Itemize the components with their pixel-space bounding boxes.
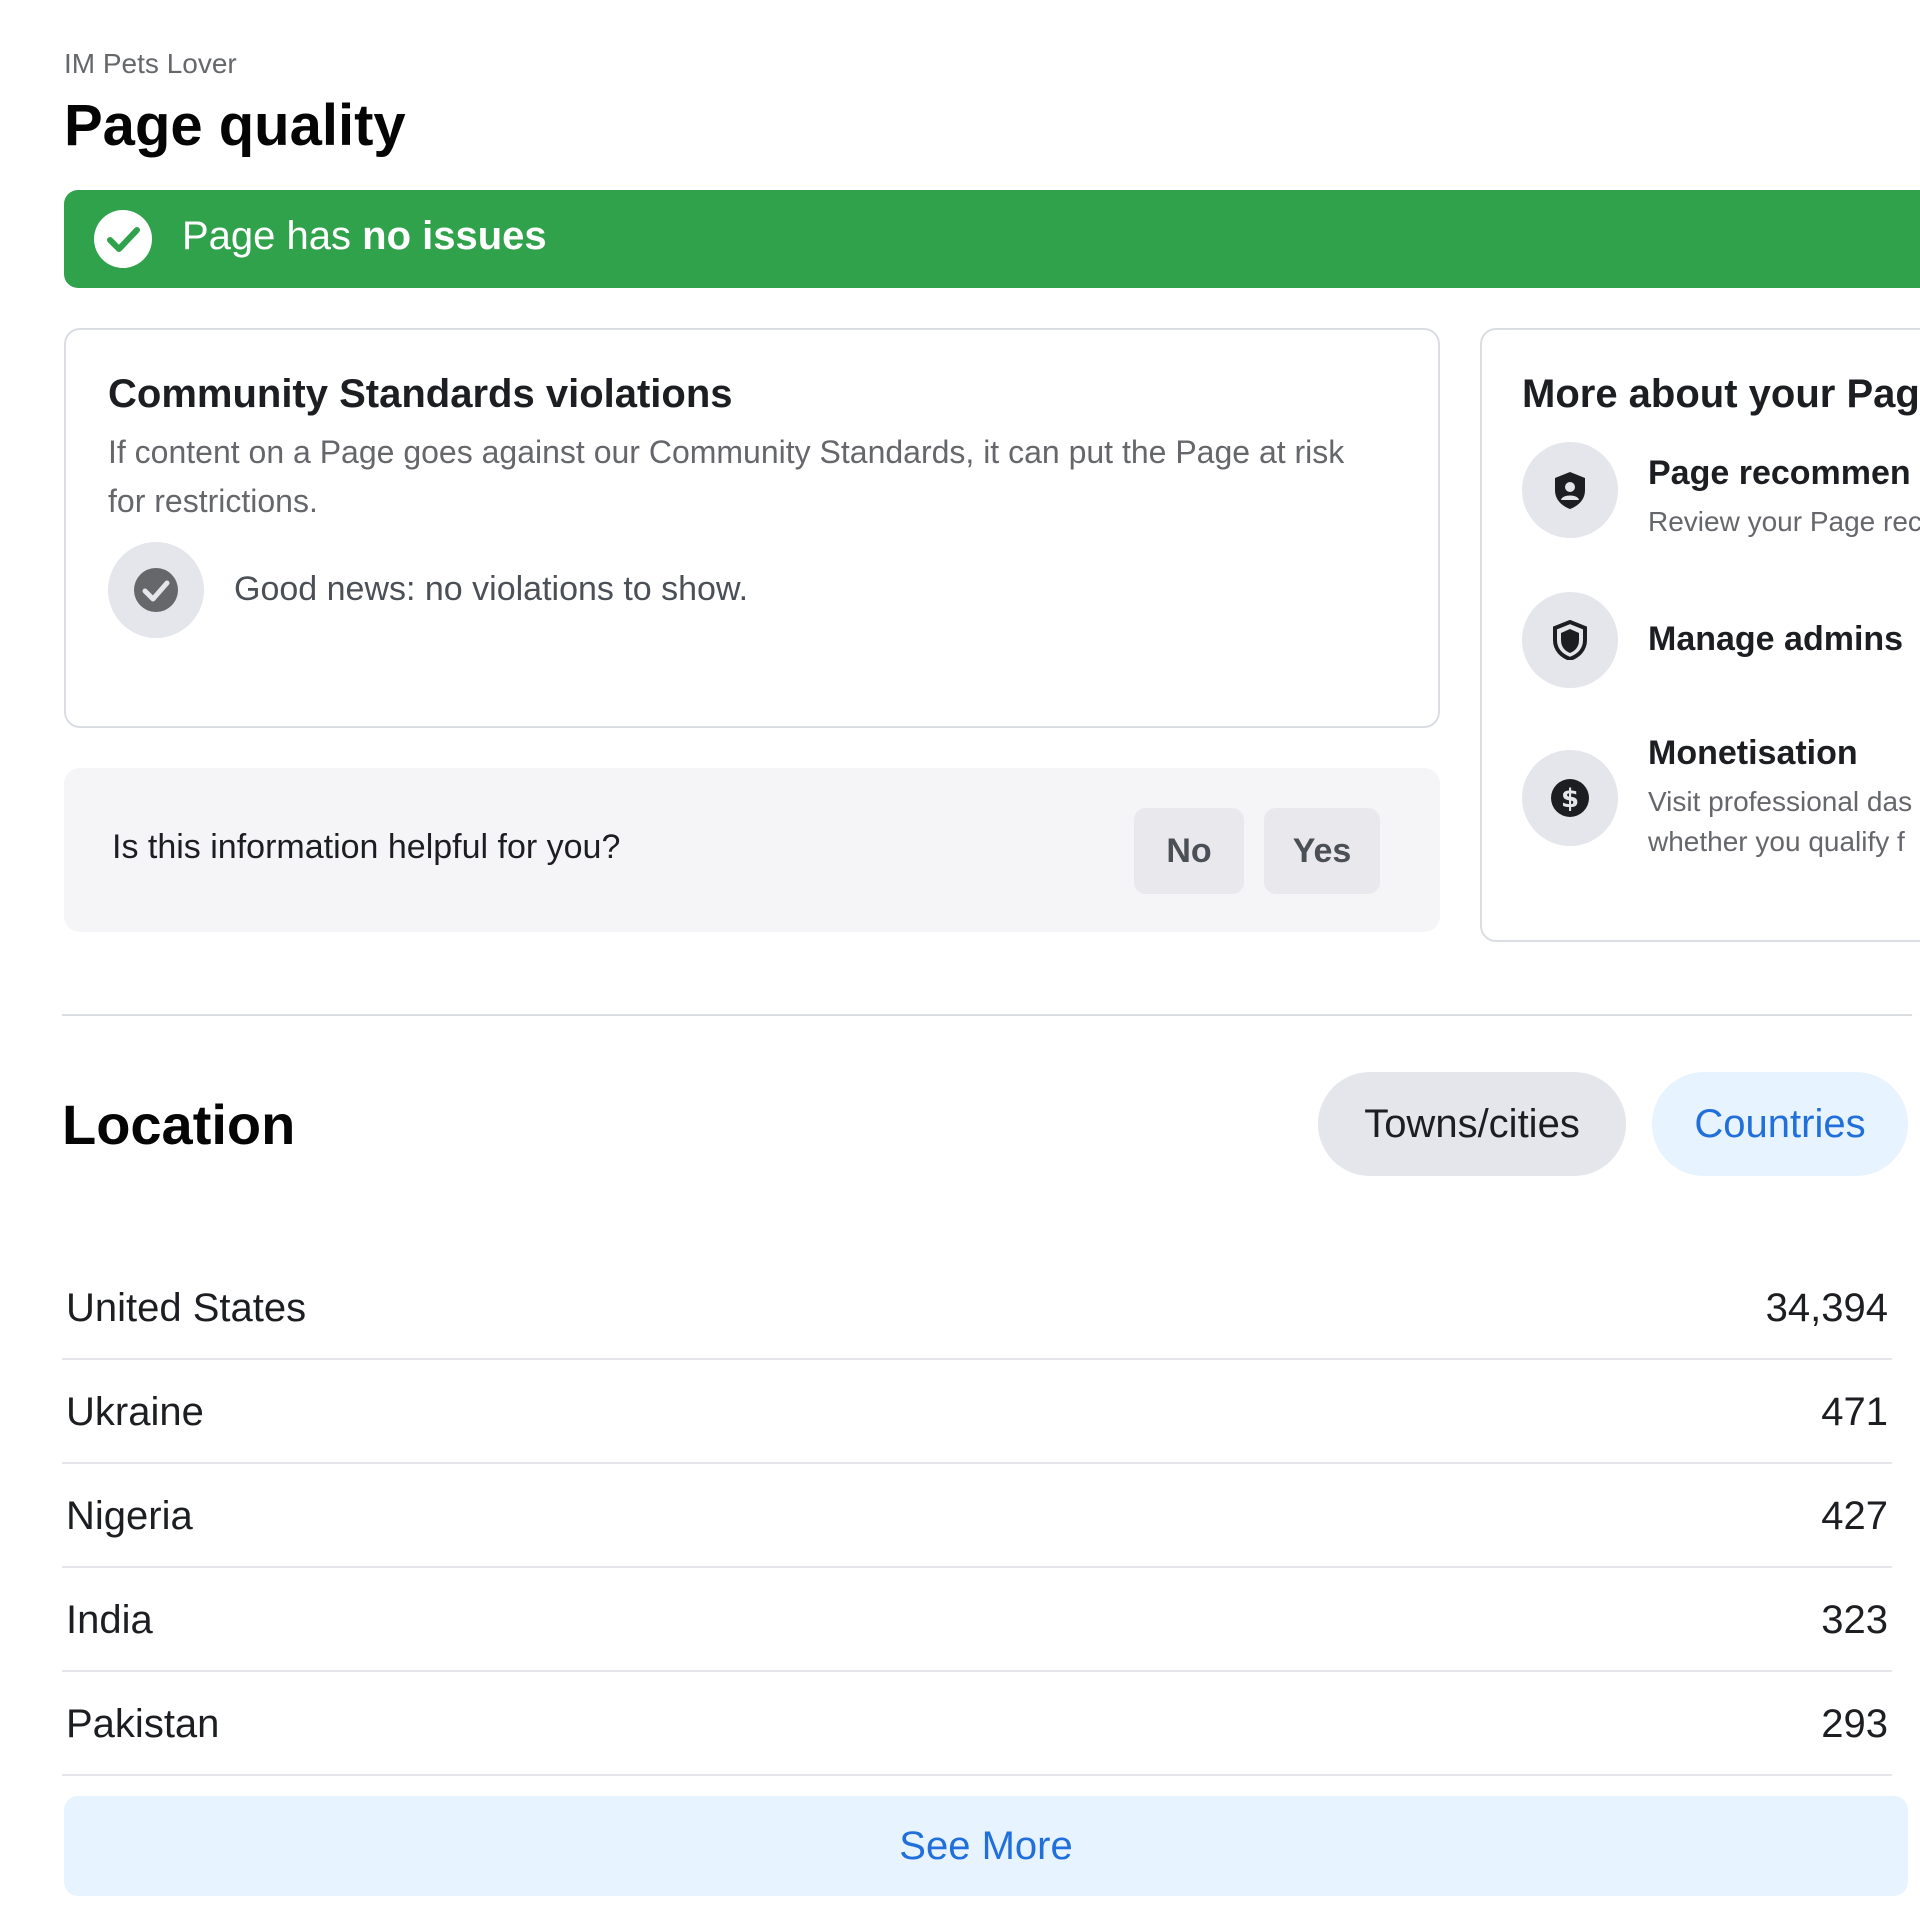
breadcrumb[interactable]: IM Pets Lover [64, 48, 237, 80]
feedback-yes-button[interactable]: Yes [1264, 808, 1380, 894]
community-standards-title: Community Standards violations [108, 372, 733, 416]
community-standards-card: Community Standards violations If conten… [64, 328, 1440, 728]
location-count: 323 [1821, 1598, 1888, 1642]
check-circle-icon [108, 542, 204, 638]
page-recommendations-link[interactable]: Page recommen [1648, 454, 1911, 493]
page-title: Page quality [64, 93, 406, 158]
table-row: Ukraine 471 [62, 1360, 1892, 1464]
more-about-title: More about your Pag [1522, 372, 1920, 416]
more-about-page-card: More about your Pag Page recommen Review… [1480, 328, 1920, 942]
shield-person-icon[interactable] [1522, 442, 1618, 538]
monetisation-link[interactable]: Monetisation [1648, 734, 1858, 773]
location-title: Location [62, 1093, 296, 1156]
table-row: Nigeria 427 [62, 1464, 1892, 1568]
location-name: Nigeria [66, 1494, 193, 1538]
tab-countries[interactable]: Countries [1652, 1072, 1908, 1176]
location-name: Pakistan [66, 1702, 220, 1746]
section-divider [62, 1014, 1912, 1016]
tab-towns-cities[interactable]: Towns/cities [1318, 1072, 1626, 1176]
location-count: 34,394 [1765, 1286, 1888, 1330]
feedback-question: Is this information helpful for you? [112, 828, 621, 866]
status-text-prefix: Page has [182, 214, 363, 258]
table-row: United States 34,394 [62, 1256, 1892, 1360]
location-name: Ukraine [66, 1390, 204, 1434]
location-count: 427 [1821, 1494, 1888, 1538]
status-text-bold: no issues [362, 214, 547, 258]
table-row: Pakistan 293 [62, 1672, 1892, 1776]
check-circle-icon [94, 210, 152, 268]
monetisation-subtitle-line2: whether you qualify f [1648, 826, 1905, 857]
location-name: United States [66, 1286, 307, 1330]
shield-icon[interactable] [1522, 592, 1618, 688]
status-banner-text: Page has no issues [182, 214, 547, 259]
location-count: 293 [1821, 1702, 1888, 1746]
status-banner: Page has no issues [64, 190, 1920, 288]
page-recommendations-subtitle: Review your Page rec [1648, 506, 1920, 537]
feedback-no-button[interactable]: No [1134, 808, 1244, 894]
svg-text:$: $ [1561, 784, 1579, 814]
violations-status-text: Good news: no violations to show. [234, 570, 749, 608]
see-more-button[interactable]: See More [64, 1796, 1908, 1896]
feedback-box: Is this information helpful for you? No … [64, 768, 1440, 932]
location-name: India [66, 1598, 153, 1642]
manage-admins-link[interactable]: Manage admins [1648, 620, 1903, 659]
page-quality-screen: IM Pets Lover Page quality Page has no i… [0, 0, 1920, 1920]
table-row: India 323 [62, 1568, 1892, 1672]
location-count: 471 [1821, 1390, 1888, 1434]
dollar-icon[interactable]: $ [1522, 750, 1618, 846]
monetisation-subtitle-line1: Visit professional das [1648, 786, 1913, 817]
community-standards-description: If content on a Page goes against our Co… [108, 434, 1345, 519]
